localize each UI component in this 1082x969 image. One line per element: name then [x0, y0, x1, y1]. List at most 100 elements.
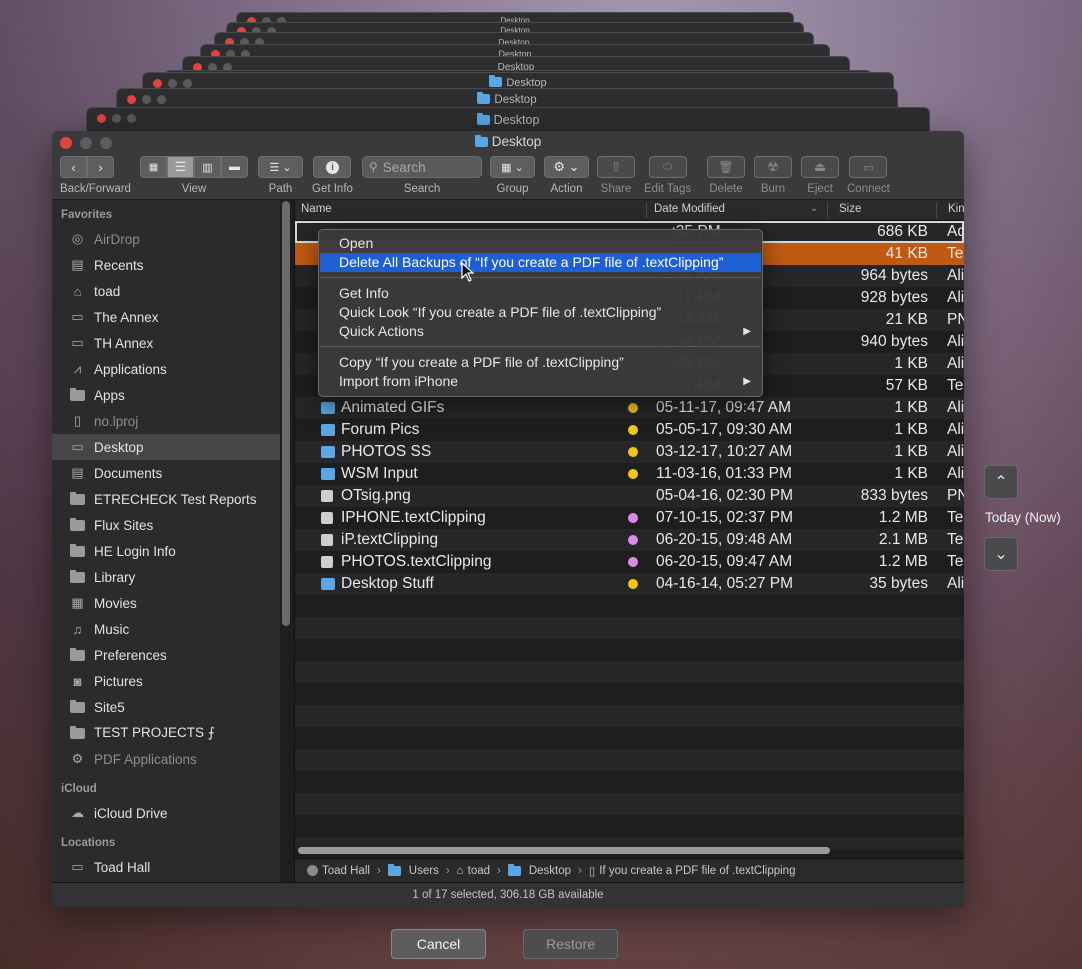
home-icon: ⌂	[73, 283, 82, 299]
file-icon	[321, 534, 333, 546]
sidebar-item-applications[interactable]: ⩘ Applications	[52, 356, 280, 382]
window-title-text: Desktop	[491, 134, 542, 149]
path-item-users[interactable]: Users	[409, 865, 439, 877]
sidebar-item-the-annex[interactable]: ▭ The Annex	[52, 304, 280, 330]
restore-button[interactable]: Restore	[523, 929, 618, 959]
group-label: Group	[496, 183, 529, 195]
column-name[interactable]: Name	[301, 203, 332, 215]
delete-button[interactable]: 🗑	[707, 156, 745, 178]
sidebar-item-music[interactable]: ♫ Music	[52, 616, 280, 642]
table-row[interactable]: PHOTOS SS 03-12-17, 10:27 AM 1 KB Ali	[295, 441, 964, 463]
applications-icon: ⩘	[73, 361, 82, 376]
table-row[interactable]: IPHONE.textClipping 07-10-15, 02:37 PM 1.2…	[295, 507, 964, 529]
horizontal-scrollbar[interactable]	[298, 847, 830, 854]
sidebar-item-documents[interactable]: ▤ Documents	[52, 460, 280, 486]
sidebar-item-etrecheck[interactable]: ETRECHECK Test Reports	[52, 486, 280, 512]
column-separator[interactable]	[936, 202, 937, 218]
sidebar-scrollbar[interactable]	[282, 201, 290, 626]
column-size[interactable]: Size	[839, 203, 861, 215]
path-item-desktop[interactable]: Desktop	[529, 865, 571, 877]
menu-item-get-info[interactable]: Get Info	[320, 284, 761, 303]
row-size: 1 KB	[894, 465, 928, 482]
menu-item-quick-look[interactable]: Quick Look “If you create a PDF file of …	[320, 303, 761, 322]
sidebar-item-desktop[interactable]: ▭ Desktop	[52, 434, 280, 460]
eject-button[interactable]: ⏏	[801, 156, 839, 178]
sidebar-item-toad[interactable]: ⌂ toad	[52, 278, 280, 304]
action-button[interactable]: ⚙ ⌄	[544, 156, 589, 178]
sidebar-item-he-login-info[interactable]: HE Login Info	[52, 538, 280, 564]
row-name: OTsig.png	[341, 487, 411, 504]
toolbar: Desktop ‹ › Back/Forward ▦ ☰ ▥ ▬ View ☰ …	[52, 131, 964, 200]
row-name: iP.textClipping	[341, 531, 439, 548]
view-group: ▦ ☰ ▥ ▬ View	[140, 156, 248, 195]
burn-button[interactable]: ☢	[754, 156, 792, 178]
column-separator[interactable]	[827, 202, 828, 218]
empty-row	[295, 639, 964, 661]
column-date-modified[interactable]: Date Modified	[654, 203, 725, 215]
group-icon: ▦ ⌄	[501, 161, 524, 174]
path-item-toad-hall[interactable]: Toad Hall	[322, 865, 370, 877]
list-view-button[interactable]: ☰	[167, 156, 194, 178]
menu-item-open[interactable]: Open	[320, 234, 761, 253]
column-view-button[interactable]: ▥	[194, 156, 221, 178]
get-info-button[interactable]: i	[313, 156, 352, 178]
menu-item-copy[interactable]: Copy “If you create a PDF file of .textC…	[320, 353, 761, 372]
table-row[interactable]: WSM Input 11-03-16, 01:33 PM 1 KB Ali	[295, 463, 964, 485]
connect-button[interactable]: ▭	[849, 156, 888, 178]
column-kind[interactable]: Kin	[948, 203, 964, 215]
path-item-toad[interactable]: toad	[468, 865, 490, 877]
sidebar-item-label: Flux Sites	[94, 517, 154, 533]
table-row[interactable]: Forum Pics 05-05-17, 09:30 AM 1 KB Ali	[295, 419, 964, 441]
chevron-up-icon: ⌃	[994, 474, 1008, 491]
table-row[interactable]: iP.textClipping 06-20-15, 09:48 AM 2.1 MB T…	[295, 529, 964, 551]
sidebar-item-pdf-applications[interactable]: ⚙ PDF Applications	[52, 746, 280, 772]
menu-item-label: Quick Actions	[339, 323, 424, 339]
file-icon	[321, 512, 333, 524]
table-row[interactable]: OTsig.png 05-04-16, 02:30 PM 833 bytes PN	[295, 485, 964, 507]
sidebar-item-test-projects[interactable]: TEST PROJECTS ⨍	[52, 720, 280, 746]
table-row[interactable]: Animated GIFs 05-11-17, 09:47 AM 1 KB Ali	[295, 397, 964, 419]
column-separator[interactable]	[646, 202, 647, 218]
menu-item-import-from-iphone[interactable]: Import from iPhone ▶	[320, 372, 761, 391]
sidebar-item-site5[interactable]: Site5	[52, 694, 280, 720]
gallery-view-button[interactable]: ▬	[221, 156, 248, 178]
empty-row	[295, 661, 964, 683]
path-item-file[interactable]: If you create a PDF file of .textClippin…	[599, 865, 795, 877]
sidebar-item-no-lproj[interactable]: ▯ no.lproj	[52, 408, 280, 434]
sidebar-item-apps[interactable]: Apps	[52, 382, 280, 408]
sidebar-item-preferences[interactable]: Preferences	[52, 642, 280, 668]
share-button[interactable]: ⇧	[597, 156, 635, 178]
forward-button[interactable]: ›	[87, 156, 114, 178]
folder-alias-icon	[321, 446, 335, 458]
sidebar-item-library[interactable]: Library	[52, 564, 280, 590]
sidebar-item-th-annex[interactable]: ▭ TH Annex	[52, 330, 280, 356]
group-button[interactable]: ▦ ⌄	[490, 156, 535, 178]
empty-row	[295, 617, 964, 639]
menu-separator	[320, 346, 761, 347]
menu-item-delete-all-backups[interactable]: Delete All Backups of “If you create a P…	[320, 253, 761, 272]
cancel-button[interactable]: Cancel	[391, 929, 486, 959]
document-icon: ▯	[588, 865, 596, 878]
timeline-up-button[interactable]: ⌃	[984, 465, 1018, 499]
row-kind: Ali	[947, 333, 964, 350]
sidebar-item-movies[interactable]: ▦ Movies	[52, 590, 280, 616]
row-size: 928 bytes	[860, 289, 928, 306]
sidebar-item-pictures[interactable]: ◙ Pictures	[52, 668, 280, 694]
menu-item-quick-actions[interactable]: Quick Actions ▶	[320, 322, 761, 341]
sidebar-item-icloud-drive[interactable]: ☁ iCloud Drive	[52, 800, 280, 826]
sidebar-item-airdrop[interactable]: ◎ AirDrop	[52, 226, 280, 252]
icon-view-button[interactable]: ▦	[140, 156, 167, 178]
timeline-down-button[interactable]: ⌄	[984, 537, 1018, 571]
folder-alias-icon	[321, 402, 335, 414]
search-input[interactable]: ⚲ Search	[362, 156, 482, 178]
table-row[interactable]: Desktop Stuff 04-16-14, 05:27 PM 35 bytes A…	[295, 573, 964, 595]
back-button[interactable]: ‹	[60, 156, 87, 178]
table-row[interactable]: PHOTOS.textClipping 06-20-15, 09:47 AM 1.2…	[295, 551, 964, 573]
empty-row	[295, 595, 964, 617]
edit-tags-button[interactable]: ⬭	[648, 156, 687, 178]
sidebar-item-flux-sites[interactable]: Flux Sites	[52, 512, 280, 538]
path-button[interactable]: ☰ ⌄	[258, 156, 303, 178]
sidebar-item-toad-hall[interactable]: ▭ Toad Hall	[52, 854, 280, 880]
tag-dot	[628, 403, 638, 413]
sidebar-item-recents[interactable]: ▤ Recents	[52, 252, 280, 278]
